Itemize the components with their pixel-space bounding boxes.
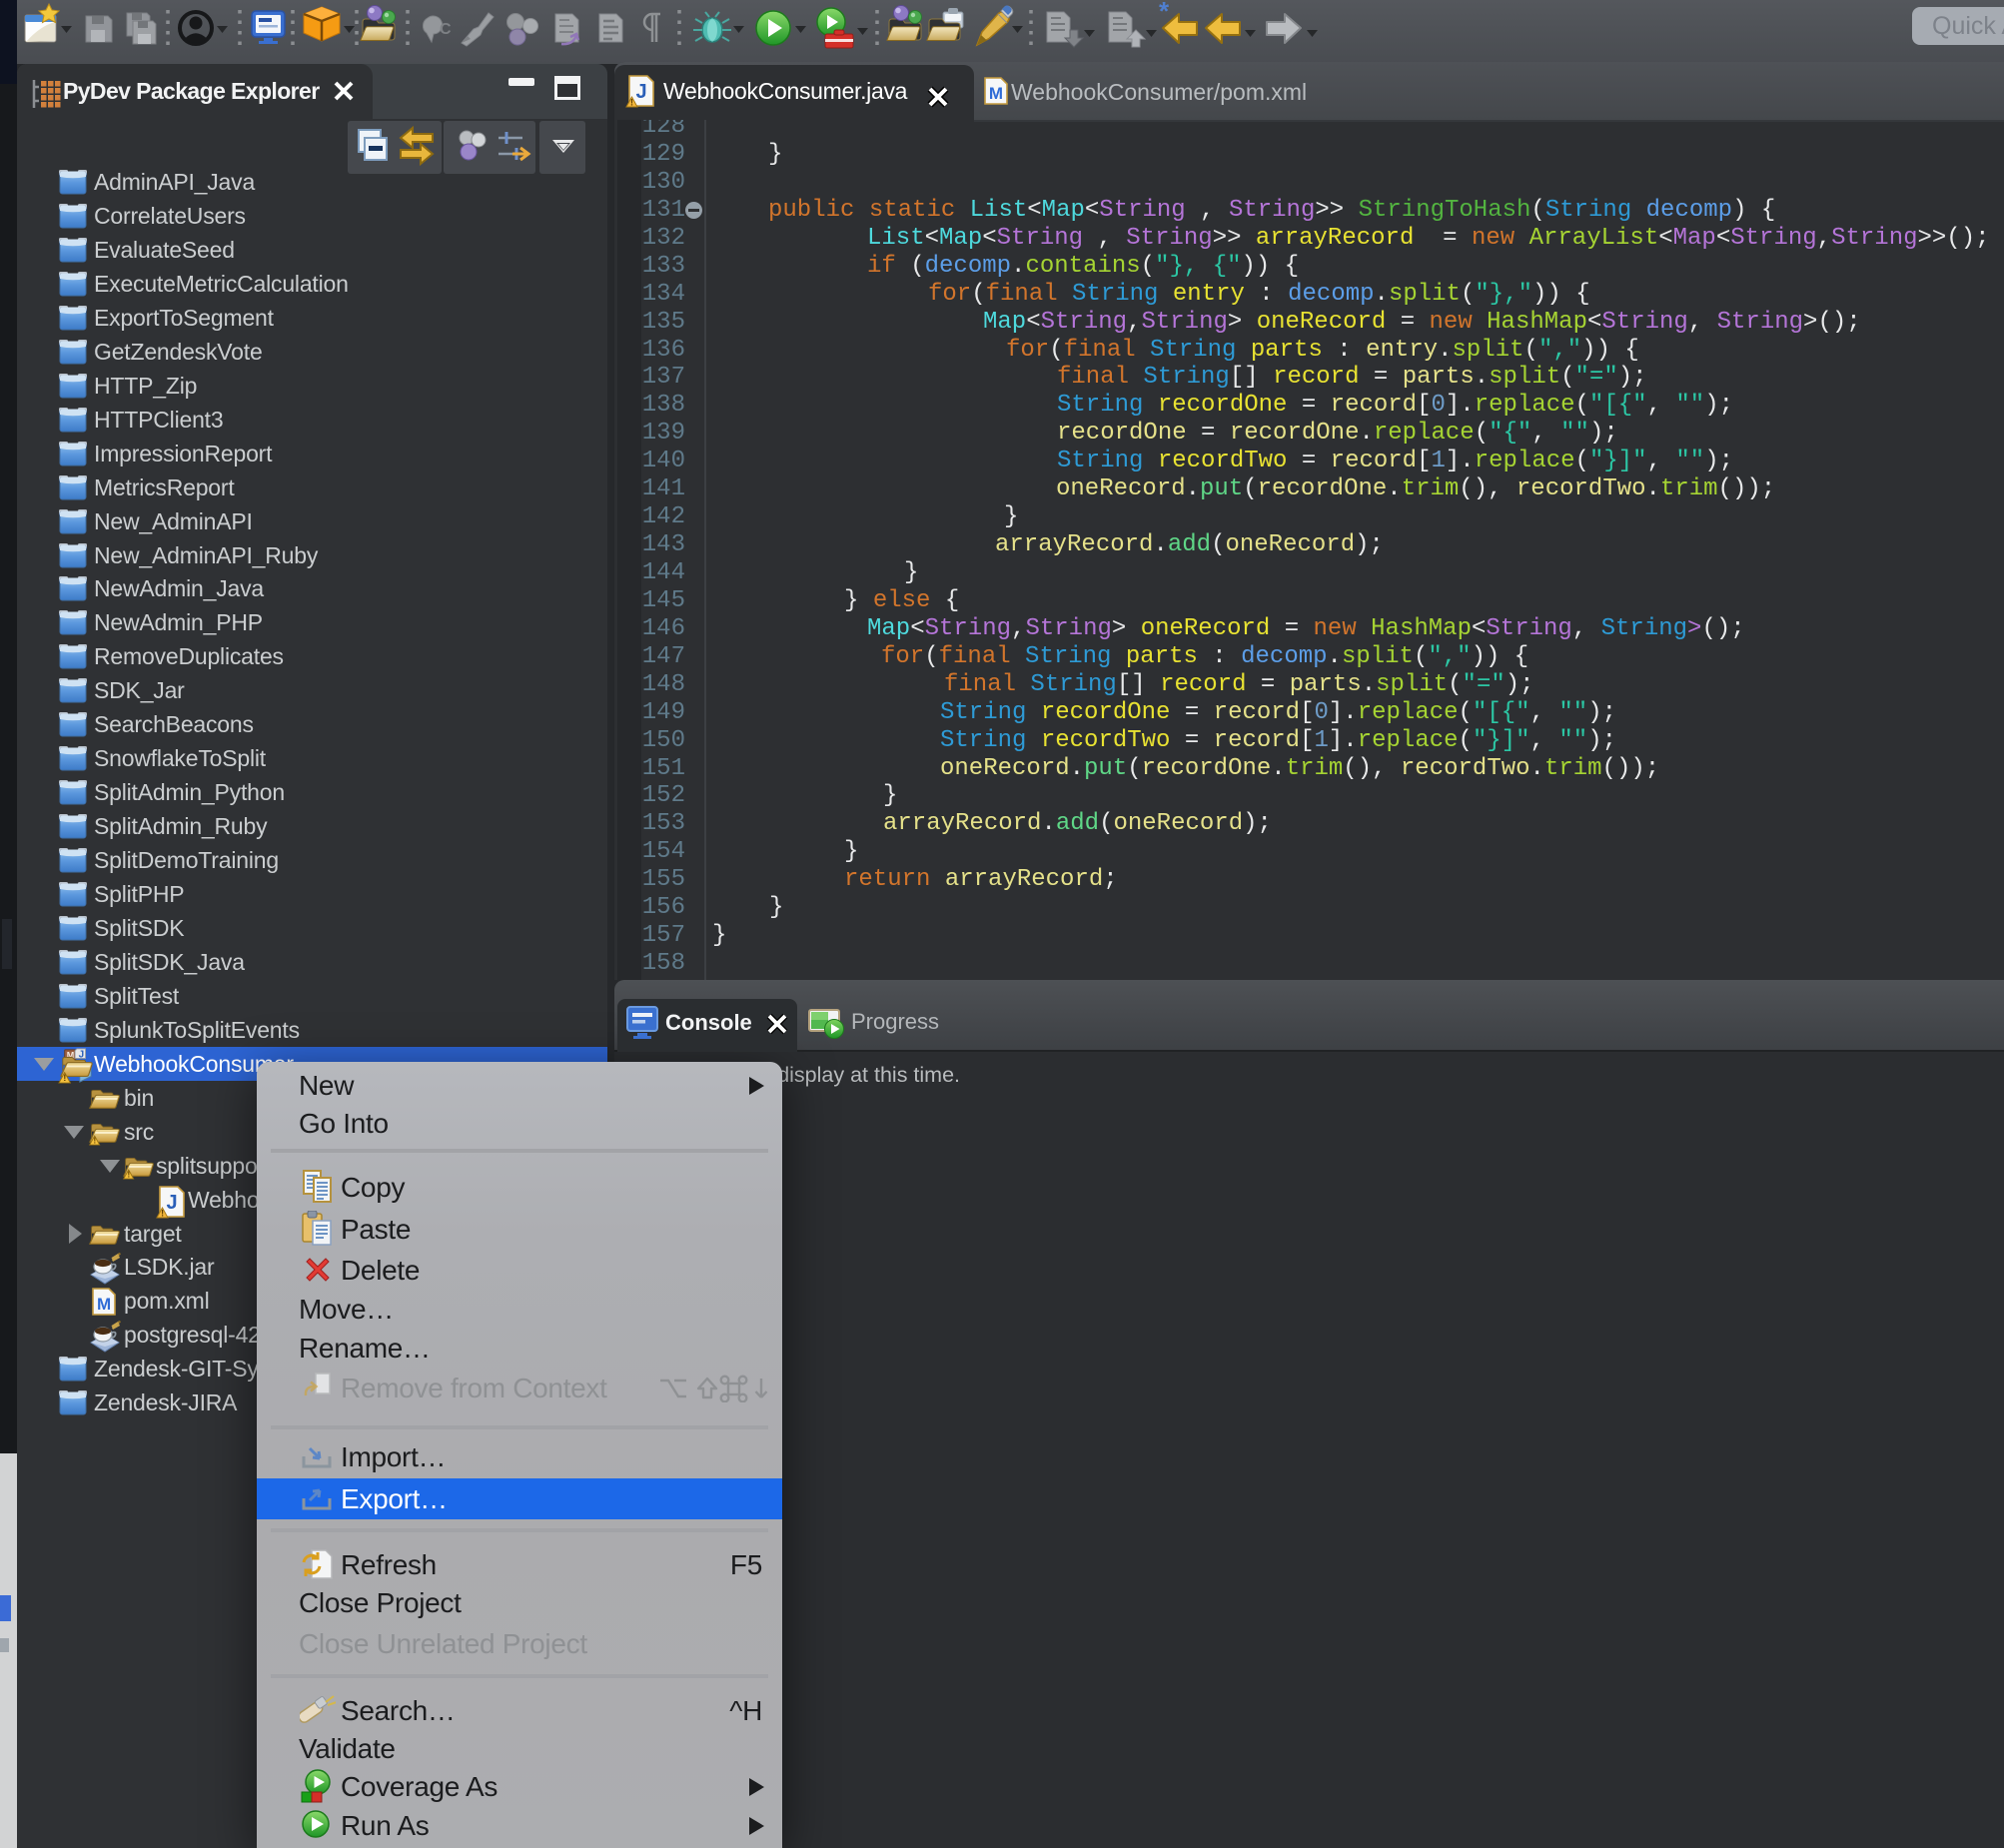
svg-text:!: ! [127,1170,130,1179]
svg-text:!: ! [93,1136,96,1145]
svg-text:!: ! [630,98,633,108]
svg-text:*: * [1159,0,1170,26]
svg-text:J: J [79,1049,84,1060]
svg-text:J: J [635,81,646,103]
svg-text:C: C [440,21,452,38]
svg-text:M: M [989,84,1003,103]
svg-text:J: J [167,1192,178,1214]
svg-text:Quick Ac: Quick Ac [1932,12,2004,40]
svg-text:M: M [97,1295,111,1314]
svg-text:!: ! [63,1073,66,1084]
